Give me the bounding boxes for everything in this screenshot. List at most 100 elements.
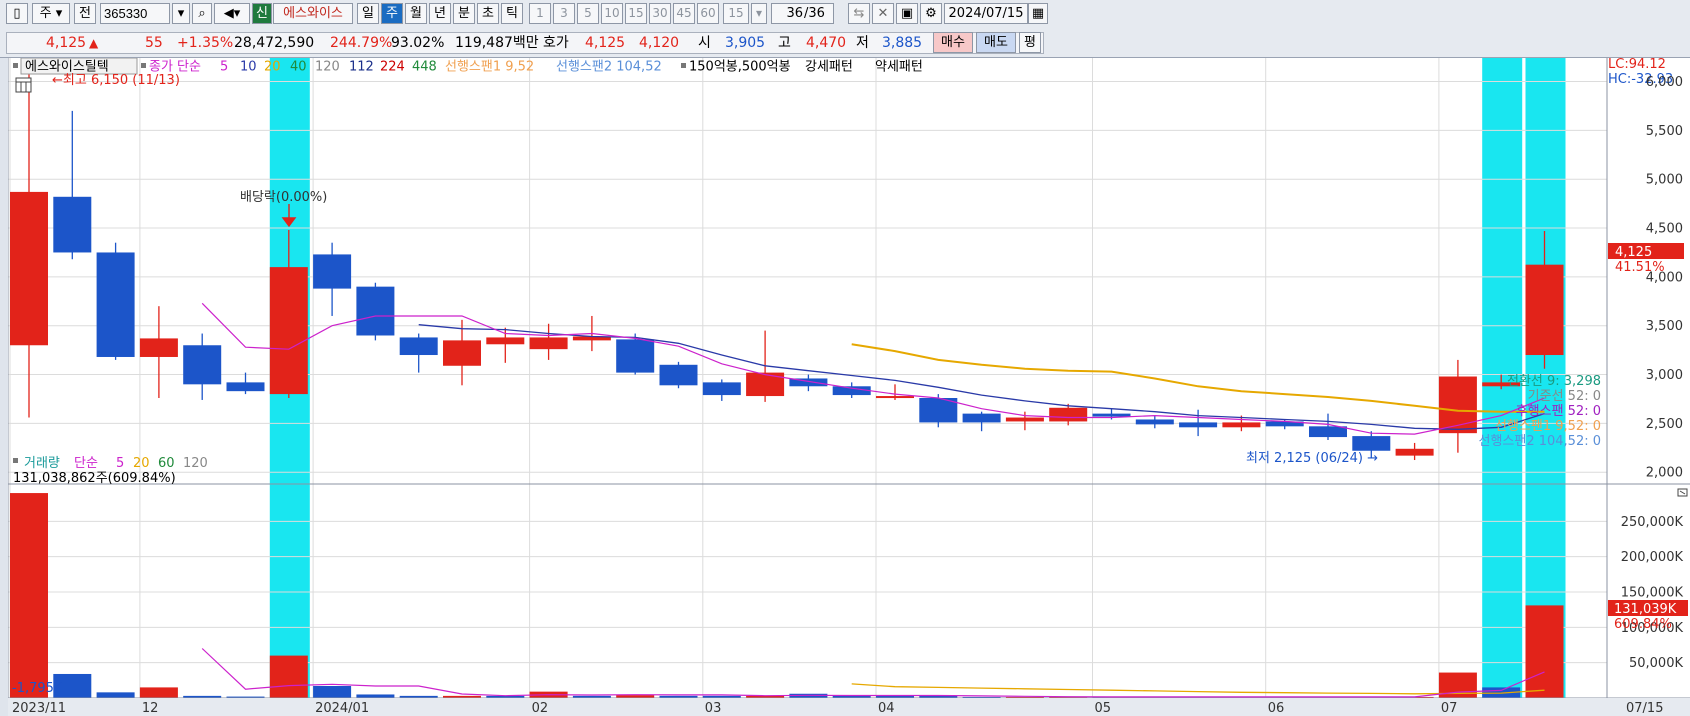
ma-period-20: 20 — [264, 60, 281, 75]
candle-body — [183, 345, 222, 385]
volume-tag-text: 131,039K — [1614, 602, 1677, 617]
candle-body — [356, 286, 395, 336]
period-second[interactable]: 초 — [477, 3, 499, 24]
volume-ratio: 244.79% — [330, 35, 393, 51]
search-icon[interactable]: ⌕ — [192, 3, 212, 24]
open-label: 시 — [698, 35, 711, 51]
ma-period-448: 448 — [412, 60, 437, 75]
code-dropdown-icon[interactable]: ▾ — [172, 3, 190, 24]
x-axis-label: 06 — [1268, 701, 1285, 716]
ask-price: 4,125 — [585, 35, 626, 51]
period-month[interactable]: 월 — [405, 3, 427, 24]
x-axis-label: 03 — [705, 701, 722, 716]
minute-preset-45[interactable]: 45 — [673, 3, 695, 24]
candle-body — [1438, 376, 1477, 434]
low-annotation: 최저 2,125 (06/24) → — [1246, 451, 1378, 466]
screen-layout-icon[interactable]: ▯ — [6, 3, 28, 24]
quote-bar: 4,125 ▲ 55 +1.35% 28,472,590 244.79% 93.… — [0, 29, 1690, 58]
gear-icon[interactable]: ⚙ — [920, 3, 942, 24]
candle-body — [443, 340, 481, 366]
ichimoku-kijun: 기준선 52: 0 — [1528, 389, 1601, 404]
change-percent: +1.35% — [177, 35, 234, 51]
compare-icon[interactable]: ⇆ — [848, 3, 870, 24]
stock-name-field[interactable]: 에스와이스 — [273, 3, 353, 24]
minute-preset-5[interactable]: 5 — [577, 3, 599, 24]
period-tick[interactable]: 틱 — [501, 3, 523, 24]
candle-body — [659, 364, 698, 386]
period-type-value: 주 — [39, 6, 52, 21]
volume-current: 131,038,862주(609.84%) — [13, 471, 176, 486]
minute-value-field[interactable]: 15 — [723, 3, 749, 24]
minute-preset-15[interactable]: 15 — [625, 3, 647, 24]
candle-body — [1092, 413, 1131, 417]
volume-legend-marker — [13, 458, 18, 463]
pattern-marker — [681, 63, 686, 68]
volume-ma-60: 60 — [158, 456, 175, 471]
volume-corner-value: -1,795K — [12, 681, 63, 696]
candle-body — [616, 339, 655, 373]
high-annotation: ←최고 6,150 (11/13) — [52, 73, 180, 88]
high-label: 고 — [778, 35, 791, 51]
period-type-select[interactable]: 주 ▾ — [32, 3, 70, 24]
stock-code-input[interactable] — [100, 3, 170, 24]
x-axis-band — [8, 698, 1690, 716]
crosshair-icon[interactable]: ✕ — [872, 3, 894, 24]
price-axis-label: 6,000 — [1646, 75, 1683, 90]
open-price: 3,905 — [725, 35, 766, 51]
volume-axis-label: 150,000K — [1621, 586, 1684, 601]
stock-chart[interactable]: 에스와이스틸텍 종가 단순 5 10 20 40 120 112 224 448… — [8, 58, 1690, 716]
credit-badge: 신 — [252, 3, 272, 24]
minute-preset-10[interactable]: 10 — [601, 3, 623, 24]
trade-volume: 28,472,590 — [234, 35, 315, 51]
prev-button[interactable]: 전 — [74, 3, 96, 24]
calendar-icon[interactable]: ▦ — [1028, 3, 1048, 24]
candle-body — [1395, 448, 1434, 456]
period-minute[interactable]: 분 — [453, 3, 475, 24]
candle-body — [702, 382, 741, 396]
sell-button[interactable]: 매도 — [976, 32, 1016, 53]
eval-button[interactable]: 평 — [1019, 32, 1041, 53]
minute-dropdown-icon[interactable]: ▾ — [751, 3, 767, 24]
bid-price: 4,120 — [639, 35, 680, 51]
ma-period-40: 40 — [290, 60, 307, 75]
candle-body — [1309, 426, 1347, 438]
candle-body — [1525, 264, 1564, 356]
x-axis-label: 2024/01 — [315, 701, 369, 716]
panel-close-icon[interactable] — [1677, 488, 1688, 497]
period-week[interactable]: 주 — [381, 3, 403, 24]
legend-marker — [13, 63, 18, 68]
minute-preset-1[interactable]: 1 — [529, 3, 551, 24]
volume-bar — [139, 687, 178, 698]
candle-body — [53, 196, 92, 253]
low-label: 저 — [856, 35, 869, 51]
price-axis-label: 5,500 — [1646, 124, 1683, 139]
span2-label: 선행스팬2 104,52 — [556, 59, 662, 75]
table-icon[interactable] — [15, 77, 32, 93]
minute-preset-30[interactable]: 30 — [649, 3, 671, 24]
trade-amount: 119,487백만 — [455, 35, 539, 51]
save-icon[interactable]: ▣ — [896, 3, 918, 24]
volume-label: 거래량 — [24, 456, 60, 471]
candle-body — [313, 254, 352, 289]
minute-preset-60[interactable]: 60 — [697, 3, 719, 24]
volume-ma-120: 120 — [183, 456, 208, 471]
volume-axis-label: 50,000K — [1629, 656, 1683, 671]
minute-preset-3[interactable]: 3 — [553, 3, 575, 24]
x-axis-label: 02 — [532, 701, 549, 716]
volume-bar — [1438, 672, 1477, 698]
speaker-icon[interactable]: ◀▾ — [214, 3, 250, 24]
x-axis-label: 12 — [142, 701, 159, 716]
candle-body — [399, 337, 438, 356]
change-arrow: ▲ — [89, 36, 99, 50]
date-field[interactable]: 2024/07/15 — [944, 3, 1028, 24]
candle-body — [139, 338, 178, 357]
buy-button[interactable]: 매수 — [933, 32, 973, 53]
period-day[interactable]: 일 — [357, 3, 379, 24]
page-current-field[interactable]: 36 — [771, 3, 805, 24]
period-year[interactable]: 년 — [429, 3, 451, 24]
ma-period-224: 224 — [380, 60, 405, 75]
candle-body — [962, 413, 1001, 423]
x-axis-last: 07/15 — [1626, 701, 1663, 716]
volume-axis-label: 250,000K — [1621, 515, 1684, 530]
change-value: 55 — [145, 35, 163, 51]
